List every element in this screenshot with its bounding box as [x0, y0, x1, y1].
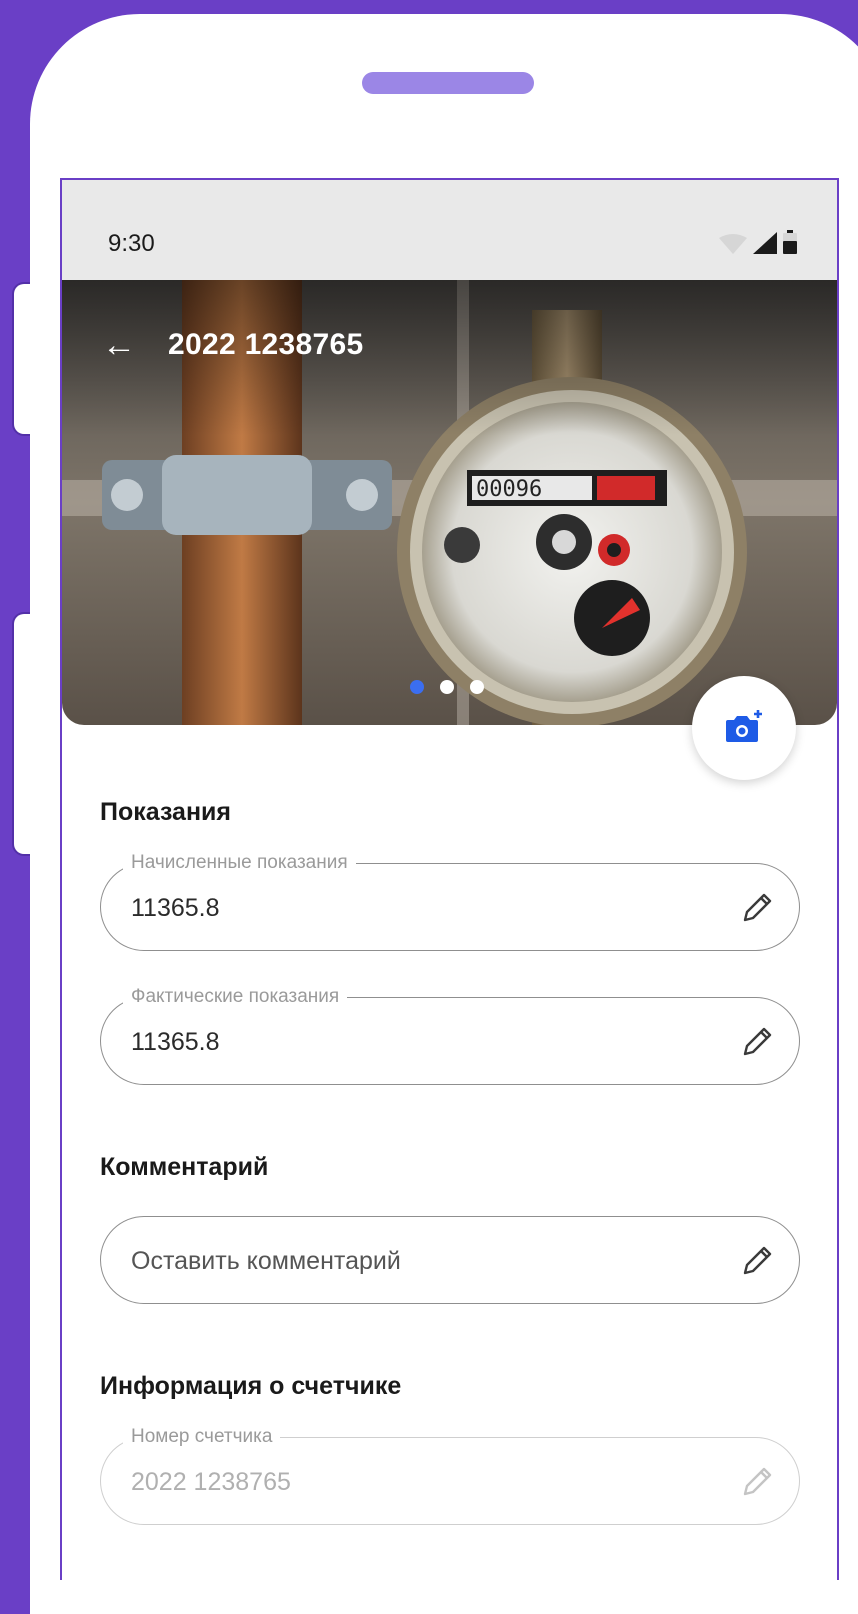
add-photo-button[interactable] — [692, 676, 796, 780]
meter-number-value: 2022 1238765 — [131, 1468, 291, 1496]
meter-number-field: Номер счетчика 2022 1238765 — [100, 1426, 800, 1525]
actual-readings-label: Фактические показания — [123, 986, 348, 1008]
gallery-dot-active[interactable] — [410, 680, 424, 694]
meter-photo-gallery[interactable]: 00096 ← 2022 1238765 — [62, 280, 837, 725]
accrued-readings-value: 11365.8 — [131, 894, 220, 922]
meter-number-label: Номер счетчика — [123, 1426, 281, 1448]
readings-section-title: Показания — [100, 798, 232, 826]
actual-readings-field[interactable]: Фактические показания 11365.8 — [100, 986, 800, 1085]
status-bar: 9:30 — [62, 180, 837, 280]
meter-info-section-title: Информация о счетчике — [100, 1372, 402, 1400]
status-icons — [719, 230, 797, 254]
gallery-dot[interactable] — [470, 680, 484, 694]
meter-details: Показания Начисленные показания 11365.8 … — [100, 790, 800, 1525]
add-photo-icon — [726, 710, 762, 742]
status-time: 9:30 — [108, 230, 155, 257]
accrued-readings-field[interactable]: Начисленные показания 11365.8 — [100, 852, 800, 951]
battery-icon — [783, 230, 797, 254]
pencil-icon[interactable] — [739, 1243, 775, 1279]
app-screen: 9:30 ← 2022 1238765 Показания Начисленны… — [60, 178, 839, 1580]
actual-readings-value: 11365.8 — [131, 1028, 220, 1056]
pencil-icon — [743, 1467, 772, 1496]
back-arrow-icon[interactable]: ← — [102, 328, 136, 362]
wifi-icon — [719, 234, 747, 254]
gallery-dot[interactable] — [440, 680, 454, 694]
app-bar: ← 2022 1238765 — [102, 328, 363, 362]
phone-speaker — [362, 72, 534, 94]
signal-icon — [753, 232, 777, 254]
accrued-readings-label: Начисленные показания — [123, 852, 356, 874]
gallery-page-indicator — [410, 680, 484, 694]
pencil-icon[interactable] — [739, 1024, 775, 1060]
comment-section-title: Комментарий — [100, 1153, 269, 1181]
comment-field[interactable]: Оставить комментарий — [100, 1216, 800, 1304]
pencil-icon[interactable] — [739, 890, 775, 926]
comment-placeholder: Оставить комментарий — [131, 1247, 401, 1275]
page-title: 2022 1238765 — [168, 328, 364, 361]
